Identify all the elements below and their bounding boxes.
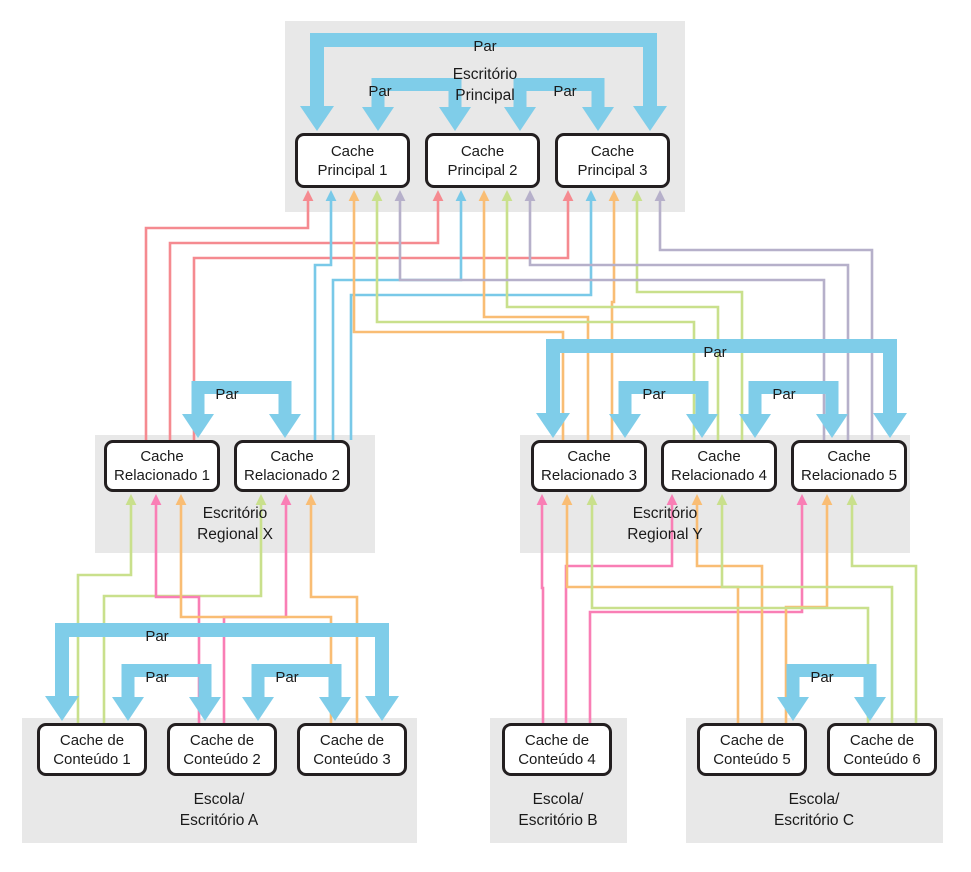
par-label-relacionado-1-2: Par bbox=[215, 386, 239, 403]
par-label-relacionado-4-5: Par bbox=[772, 386, 796, 403]
zone-label-escola-escritorio-a: Escola/ Escritório A bbox=[179, 791, 259, 829]
cache-principal-3[interactable]: Cache Principal 3 bbox=[555, 133, 670, 188]
cache-de-conteudo-2[interactable]: Cache de Conteúdo 2 bbox=[167, 723, 277, 776]
diagram-canvas: Cache Principal 1 Cache Principal 2 Cach… bbox=[0, 0, 971, 872]
cache-de-conteudo-6[interactable]: Cache de Conteúdo 6 bbox=[827, 723, 937, 776]
cache-relacionado-1[interactable]: Cache Relacionado 1 bbox=[104, 440, 220, 492]
cache-de-conteudo-3[interactable]: Cache de Conteúdo 3 bbox=[297, 723, 407, 776]
zone-label-escritorio-regional-x: Escritório Regional X bbox=[197, 505, 273, 543]
cache-principal-1[interactable]: Cache Principal 1 bbox=[295, 133, 410, 188]
par-label-conteudo-1-3: Par bbox=[145, 628, 169, 645]
cache-de-conteudo-4[interactable]: Cache de Conteúdo 4 bbox=[502, 723, 612, 776]
cache-relacionado-2[interactable]: Cache Relacionado 2 bbox=[234, 440, 350, 492]
par-label-principal-2-3: Par bbox=[553, 83, 577, 100]
par-label-conteudo-1-2: Par bbox=[145, 669, 169, 686]
zone-label-escola-escritorio-b: Escola/ Escritório B bbox=[518, 791, 598, 829]
cache-relacionado-4[interactable]: Cache Relacionado 4 bbox=[661, 440, 777, 492]
zone-label-escola-escritorio-c: Escola/ Escritório C bbox=[773, 791, 855, 829]
zone-label-escritorio-regional-y: Escritório Regional Y bbox=[627, 505, 703, 543]
par-label-principal-1-3: Par bbox=[473, 38, 497, 55]
par-label-relacionado-3-4: Par bbox=[642, 386, 666, 403]
cache-relacionado-5[interactable]: Cache Relacionado 5 bbox=[791, 440, 907, 492]
par-label-relacionado-3-5: Par bbox=[703, 344, 727, 361]
cache-de-conteudo-1[interactable]: Cache de Conteúdo 1 bbox=[37, 723, 147, 776]
cache-principal-2[interactable]: Cache Principal 2 bbox=[425, 133, 540, 188]
par-label-principal-1-2: Par bbox=[368, 83, 392, 100]
par-label-conteudo-5-6: Par bbox=[810, 669, 834, 686]
par-label-conteudo-2-3: Par bbox=[275, 669, 299, 686]
cache-relacionado-3[interactable]: Cache Relacionado 3 bbox=[531, 440, 647, 492]
cache-de-conteudo-5[interactable]: Cache de Conteúdo 5 bbox=[697, 723, 807, 776]
